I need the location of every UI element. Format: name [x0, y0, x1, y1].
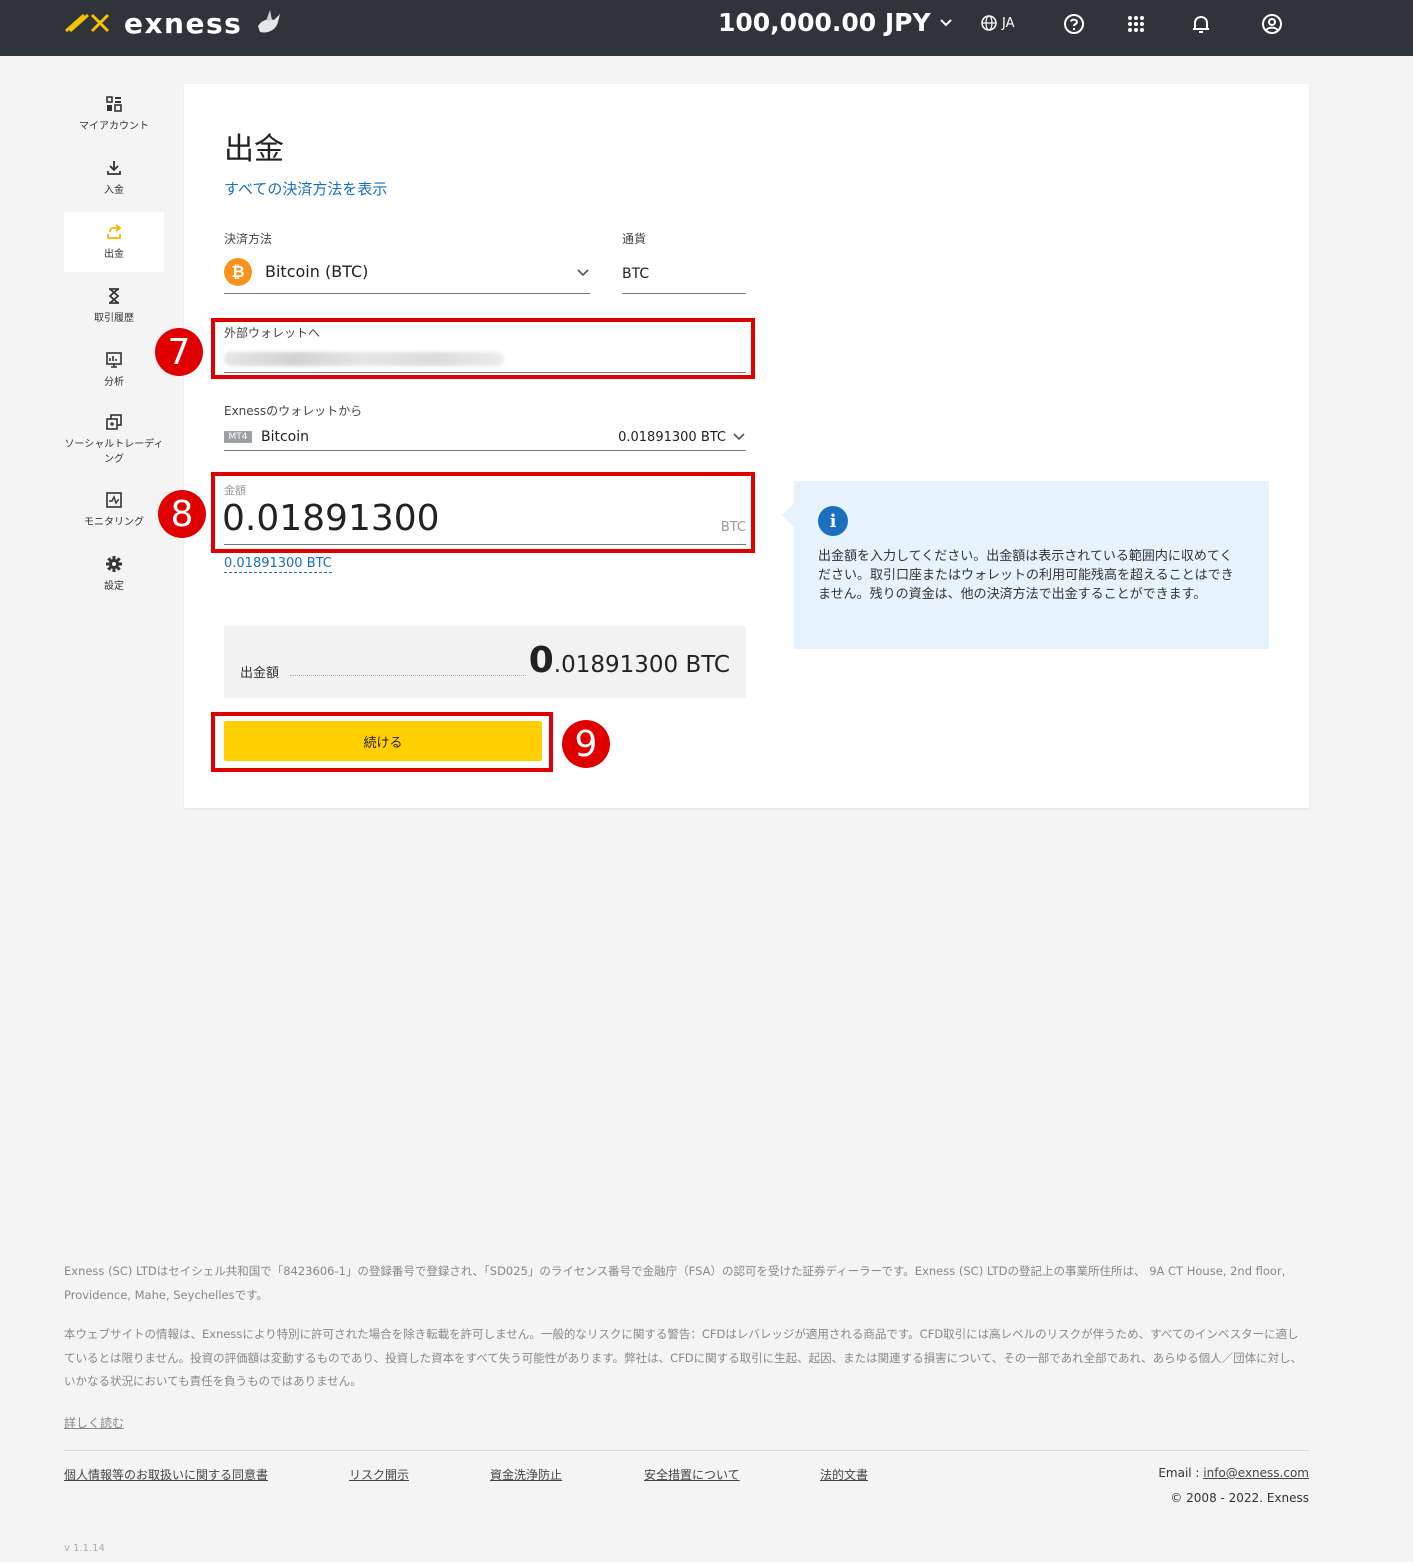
footer-link-risk-disclosure[interactable]: リスク開示 — [349, 1466, 409, 1483]
source-wallet-underline — [224, 450, 746, 451]
gear-icon — [106, 555, 122, 572]
footer-copyright: © 2008 - 2022. Exness — [1170, 1491, 1309, 1505]
footer-link-aml[interactable]: 資金洗浄防止 — [490, 1466, 562, 1483]
amount-label: 金額 — [224, 484, 246, 497]
chevron-down-icon — [733, 433, 745, 441]
exness-logo[interactable]: exness — [64, 6, 286, 40]
payment-method-value: Bitcoin (BTC) — [265, 262, 369, 281]
bell-icon[interactable] — [1190, 13, 1212, 35]
summary-amount-integer: 0 — [528, 640, 554, 681]
continue-button[interactable]: 続ける — [224, 721, 542, 761]
sidebar-item-label: マイアカウント — [79, 120, 149, 132]
footer-link-security[interactable]: 安全措置について — [644, 1466, 740, 1483]
language-selector[interactable]: JA — [980, 14, 1015, 32]
account-balance-selector[interactable]: 100,000.00 JPY — [718, 8, 953, 37]
sidebar-item-label: 取引履歴 — [94, 312, 134, 324]
summary-amount-decimals: .01891300 BTC — [553, 652, 730, 678]
footer-link-privacy-consent[interactable]: 個人情報等のお取扱いに関する同意書 — [64, 1466, 268, 1483]
currency-label: 通貨 — [622, 232, 647, 246]
amount-underline — [224, 544, 746, 545]
info-box-pointer — [782, 503, 794, 527]
page-title: 出金 — [224, 132, 284, 167]
monitor-icon — [106, 491, 122, 508]
sidebar-item-label: ソーシャルトレーディング — [64, 439, 164, 465]
apps-grid-icon[interactable] — [1125, 13, 1147, 35]
footer-legal-registration: Exness (SC) LTDはセイシェル共和国で「8423606-1」の登録番… — [64, 1264, 1286, 1302]
mt4-badge: MT4 — [224, 431, 252, 443]
read-more-link[interactable]: 詳しく読む — [64, 1414, 124, 1431]
summary-amount: 0.01891300 BTC — [529, 640, 730, 681]
amount-input[interactable] — [222, 498, 682, 539]
show-all-methods-link[interactable]: すべての決済方法を表示 — [224, 178, 387, 199]
info-text: 出金額を入力してください。出金額は表示されている範囲内に収めてください。取引口座… — [818, 549, 1234, 602]
help-icon[interactable] — [1063, 13, 1085, 35]
balance-value: 100,000.00 JPY — [718, 8, 931, 37]
wallet-name: Bitcoin — [261, 429, 310, 445]
chevron-down-icon — [939, 18, 952, 26]
step-badge-8: 8 — [158, 490, 206, 538]
amount-unit: BTC — [720, 520, 746, 535]
currency-underline — [622, 293, 746, 294]
dashboard-icon — [106, 95, 122, 112]
max-amount-link[interactable]: 0.01891300 BTC — [224, 556, 332, 573]
sidebar-item-social-trading[interactable]: ソーシャルトレーディング — [64, 404, 164, 476]
language-code: JA — [1002, 15, 1015, 31]
payment-method-underline — [224, 293, 590, 294]
sidebar-item-withdrawal[interactable]: 出金 — [64, 212, 164, 272]
upload-icon — [107, 223, 122, 239]
sidebar-item-history[interactable]: 取引履歴 — [64, 276, 164, 336]
dove-icon — [258, 10, 281, 33]
sidebar-item-monitoring[interactable]: モニタリング — [64, 480, 164, 540]
info-icon: i — [818, 506, 848, 536]
hourglass-icon — [108, 287, 120, 304]
user-account-icon[interactable] — [1261, 13, 1283, 35]
footer-legal-risk-warning: 本ウェブサイトの情報は、Exnessにより特別に許可された場合を除き転載を許可し… — [64, 1327, 1303, 1388]
sidebar-item-my-account[interactable]: マイアカウント — [64, 84, 164, 144]
sidebar: マイアカウント 入金 出金 取引履歴 分析 ソーシャルトレーディング モニタリン… — [64, 84, 164, 608]
sidebar-item-deposit[interactable]: 入金 — [64, 148, 164, 208]
external-wallet-label: 外部ウォレットへ — [224, 326, 321, 340]
payment-method-label: 決済方法 — [224, 232, 273, 246]
summary-dotted-leader — [290, 675, 526, 676]
footer-link-legal-documents[interactable]: 法的文書 — [820, 1466, 868, 1483]
app-version: v 1.1.14 — [64, 1543, 105, 1554]
withdrawal-summary: 出金額 0.01891300 BTC — [224, 626, 746, 698]
external-wallet-underline — [224, 372, 746, 373]
footer-divider — [64, 1450, 1309, 1451]
sidebar-item-label: 設定 — [104, 580, 124, 592]
email-label: Email : — [1158, 1466, 1204, 1480]
sidebar-item-label: 出金 — [104, 248, 124, 260]
sidebar-item-settings[interactable]: 設定 — [64, 544, 164, 604]
copy-icon — [106, 414, 122, 430]
chart-icon — [106, 351, 122, 368]
sidebar-item-label: 入金 — [104, 184, 124, 196]
summary-label: 出金額 — [240, 666, 280, 681]
bitcoin-icon: ₿ — [224, 258, 252, 286]
wallet-balance: 0.01891300 BTC — [618, 430, 726, 445]
currency-value: BTC — [622, 266, 650, 282]
chevron-down-icon — [577, 269, 589, 277]
footer-email: Email : info@exness.com — [1060, 1466, 1309, 1480]
from-wallet-label: Exnessのウォレットから — [224, 404, 363, 418]
sidebar-item-label: モニタリング — [84, 516, 144, 528]
download-icon — [107, 160, 121, 175]
external-wallet-address-input[interactable] — [224, 352, 504, 366]
step-badge-7: 7 — [155, 328, 203, 376]
exness-logo-mark-icon — [65, 13, 110, 33]
sidebar-item-label: 分析 — [104, 376, 124, 388]
top-bar: exness 100,000.00 JPY JA — [0, 0, 1413, 56]
globe-icon — [981, 15, 997, 31]
email-link[interactable]: info@exness.com — [1203, 1466, 1309, 1480]
step-badge-9: 9 — [562, 720, 610, 768]
logo-text: exness — [124, 6, 243, 40]
sidebar-item-analytics[interactable]: 分析 — [64, 340, 164, 400]
